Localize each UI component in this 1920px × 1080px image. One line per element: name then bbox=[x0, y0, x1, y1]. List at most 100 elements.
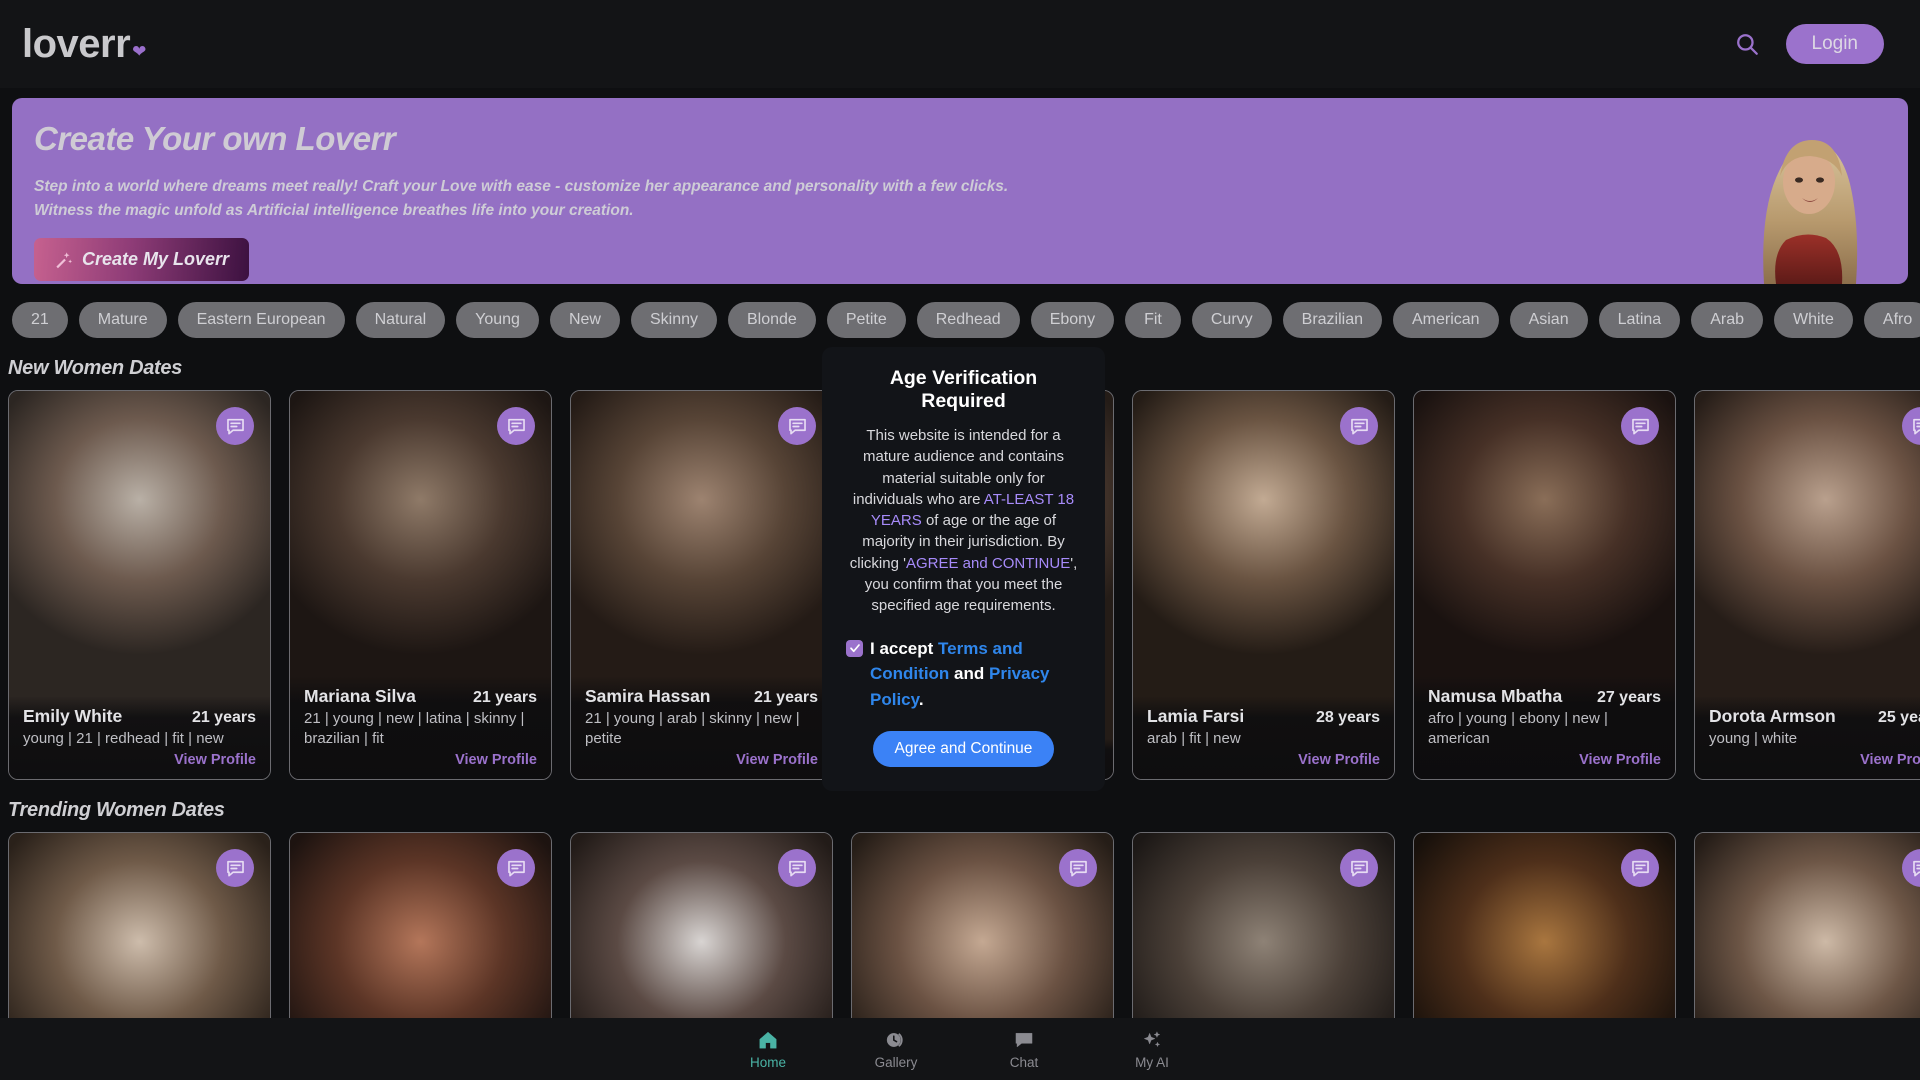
profile-tags: young | white bbox=[1709, 729, 1798, 747]
tag-chip[interactable]: Redhead bbox=[916, 302, 1020, 338]
chat-bubble-icon[interactable] bbox=[497, 849, 535, 887]
hero-subtitle-line-2: Witness the magic unfold as Artificial i… bbox=[34, 202, 634, 220]
accept-suffix: . bbox=[918, 689, 924, 709]
tag-chip[interactable]: Ebony bbox=[1030, 302, 1115, 338]
profile-card[interactable]: Lamia Farsi 28 years arab | fit | new View … bbox=[1132, 390, 1395, 780]
profile-card[interactable]: Mariana Silva 21 years 21 | young | new | … bbox=[289, 390, 552, 780]
profile-tags: afro | young | ebony | new | american bbox=[1428, 709, 1608, 747]
nav-item-label: Home bbox=[749, 1054, 786, 1070]
hero-title: Create Your own Loverr bbox=[34, 120, 396, 157]
profile-name-row: Lamia Farsi 28 years bbox=[1147, 706, 1380, 727]
profile-name: Lamia Farsi bbox=[1147, 705, 1245, 726]
view-profile-link[interactable]: View Profile bbox=[1428, 752, 1661, 768]
tag-filter-row[interactable]: 21 Mature Eastern European Natural Young New S… bbox=[0, 284, 1920, 338]
chat-bubble-icon[interactable] bbox=[1621, 849, 1659, 887]
logo[interactable]: loverr ❤ bbox=[22, 24, 146, 64]
tag-chip[interactable]: Arab bbox=[1691, 302, 1763, 338]
chat-bubble-icon[interactable] bbox=[1621, 407, 1659, 445]
chat-bubble-icon[interactable] bbox=[1340, 849, 1378, 887]
tag-chip[interactable]: Curvy bbox=[1191, 302, 1272, 338]
view-profile-link[interactable]: View Profile bbox=[585, 752, 818, 768]
tag-chip[interactable]: New bbox=[549, 302, 620, 338]
tag-chip[interactable]: Brazilian bbox=[1282, 302, 1382, 338]
tag-chip[interactable]: Fit bbox=[1125, 302, 1181, 338]
create-my-loverr-button[interactable]: Create My Loverr bbox=[34, 238, 250, 282]
nav-item-label: Chat bbox=[1009, 1054, 1039, 1070]
profile-age: 27 years bbox=[1596, 688, 1661, 706]
modal-title: Age Verification Required bbox=[889, 367, 1038, 412]
tag-chip[interactable]: Asian bbox=[1509, 302, 1588, 338]
nav-item-chat[interactable]: Chat bbox=[960, 1029, 1088, 1070]
tag-chip[interactable]: Natural bbox=[355, 302, 446, 338]
login-button[interactable]: Login bbox=[1785, 24, 1884, 64]
tag-chip[interactable]: Afro bbox=[1863, 302, 1920, 338]
app-header: loverr ❤ Login bbox=[0, 0, 1920, 88]
hero-subtitle-line-1: Step into a world where dreams meet real… bbox=[34, 178, 1009, 195]
profile-card-info: Mariana Silva 21 years 21 | young | new | … bbox=[290, 675, 551, 779]
nav-item-my-ai[interactable]: My AI bbox=[1088, 1029, 1216, 1070]
tag-chip[interactable]: Eastern European bbox=[177, 302, 345, 338]
profile-name: Emily White bbox=[23, 705, 123, 726]
profile-card[interactable]: Emily White 21 years young | 21 | redhead … bbox=[8, 390, 271, 780]
age-verification-modal: Age Verification Required This website i… bbox=[822, 347, 1105, 792]
heart-icon: ❤ bbox=[132, 42, 147, 61]
sparkle-icon bbox=[1141, 1029, 1163, 1051]
nav-item-label: Gallery bbox=[874, 1054, 918, 1070]
view-profile-link[interactable]: View Profile bbox=[1147, 752, 1380, 768]
chat-bubble-icon[interactable] bbox=[497, 407, 535, 445]
chat-bubble-icon[interactable] bbox=[216, 407, 254, 445]
accept-terms-text: I accept Terms and Condition and Privacy… bbox=[870, 636, 1081, 713]
profile-name-row: Namusa Mbatha 27 years bbox=[1428, 686, 1661, 707]
profile-tags: 21 | young | arab | skinny | new | petit… bbox=[585, 709, 800, 747]
profile-card[interactable]: Samira Hassan 21 years 21 | young | arab |… bbox=[570, 390, 833, 780]
profile-age: 25 years bbox=[1877, 708, 1920, 726]
view-profile-link[interactable]: View Profile bbox=[1709, 752, 1920, 768]
tag-chip[interactable]: Young bbox=[456, 302, 539, 338]
profile-card[interactable]: Dorota Armson 25 years young | white View P… bbox=[1694, 390, 1920, 780]
search-icon[interactable] bbox=[1734, 31, 1760, 57]
tag-chip[interactable]: 21 bbox=[12, 302, 68, 338]
profile-card-info: Samira Hassan 21 years 21 | young | arab |… bbox=[571, 675, 832, 779]
agree-and-continue-button[interactable]: Agree and Continue bbox=[872, 731, 1055, 768]
tag-chip[interactable]: Petite bbox=[826, 302, 906, 338]
profile-card-info: Namusa Mbatha 27 years afro | young | ebon… bbox=[1414, 675, 1675, 779]
nav-item-home[interactable]: Home bbox=[704, 1029, 832, 1070]
hero-banner: Create Your own Loverr Step into a world… bbox=[12, 98, 1908, 284]
tag-chip[interactable]: American bbox=[1393, 302, 1499, 338]
profile-card-info: Emily White 21 years young | 21 | redhead … bbox=[9, 695, 270, 779]
chat-bubble-icon[interactable] bbox=[778, 407, 816, 445]
accept-terms-checkbox[interactable] bbox=[846, 639, 863, 657]
chat-bubble-icon[interactable] bbox=[1340, 407, 1378, 445]
tag-chip[interactable]: White bbox=[1774, 302, 1853, 338]
magic-wand-icon bbox=[54, 250, 73, 269]
modal-agree-highlight: AGREE and CONTINUE bbox=[905, 554, 1071, 572]
profile-name: Samira Hassan bbox=[585, 685, 711, 706]
profile-card[interactable]: Namusa Mbatha 27 years afro | young | ebon… bbox=[1413, 390, 1676, 780]
chat-bubble-icon[interactable] bbox=[778, 849, 816, 887]
profile-card-info: Dorota Armson 25 years young | white View P… bbox=[1695, 695, 1920, 779]
logo-text: loverr bbox=[22, 22, 131, 66]
chat-bubble-icon[interactable] bbox=[1059, 849, 1097, 887]
accept-terms-row: I accept Terms and Condition and Privacy… bbox=[846, 636, 1081, 713]
nav-item-label: My AI bbox=[1135, 1054, 1169, 1070]
profile-tags: 21 | young | new | latina | skinny | bra… bbox=[304, 709, 525, 747]
profile-name-row: Samira Hassan 21 years bbox=[585, 686, 818, 707]
view-profile-link[interactable]: View Profile bbox=[23, 752, 256, 768]
profile-age: 21 years bbox=[753, 688, 818, 706]
hero-subtitle: Step into a world where dreams meet real… bbox=[34, 175, 1908, 223]
chat-bubble-icon[interactable] bbox=[216, 849, 254, 887]
home-icon bbox=[757, 1029, 779, 1051]
tag-chip[interactable]: Blonde bbox=[728, 302, 816, 338]
nav-item-gallery[interactable]: Gallery bbox=[832, 1029, 960, 1070]
tag-chip[interactable]: Latina bbox=[1598, 302, 1681, 338]
profile-name: Namusa Mbatha bbox=[1428, 685, 1563, 706]
accept-prefix: I accept bbox=[870, 638, 939, 658]
profile-tags: arab | fit | new bbox=[1147, 729, 1241, 747]
tag-chip[interactable]: Skinny bbox=[630, 302, 717, 338]
profile-age: 21 years bbox=[191, 708, 256, 726]
view-profile-link[interactable]: View Profile bbox=[304, 752, 537, 768]
chat-icon bbox=[1013, 1029, 1035, 1051]
gallery-icon bbox=[885, 1029, 907, 1051]
tag-chip[interactable]: Mature bbox=[78, 302, 167, 338]
create-my-loverr-label: Create My Loverr bbox=[82, 249, 230, 270]
